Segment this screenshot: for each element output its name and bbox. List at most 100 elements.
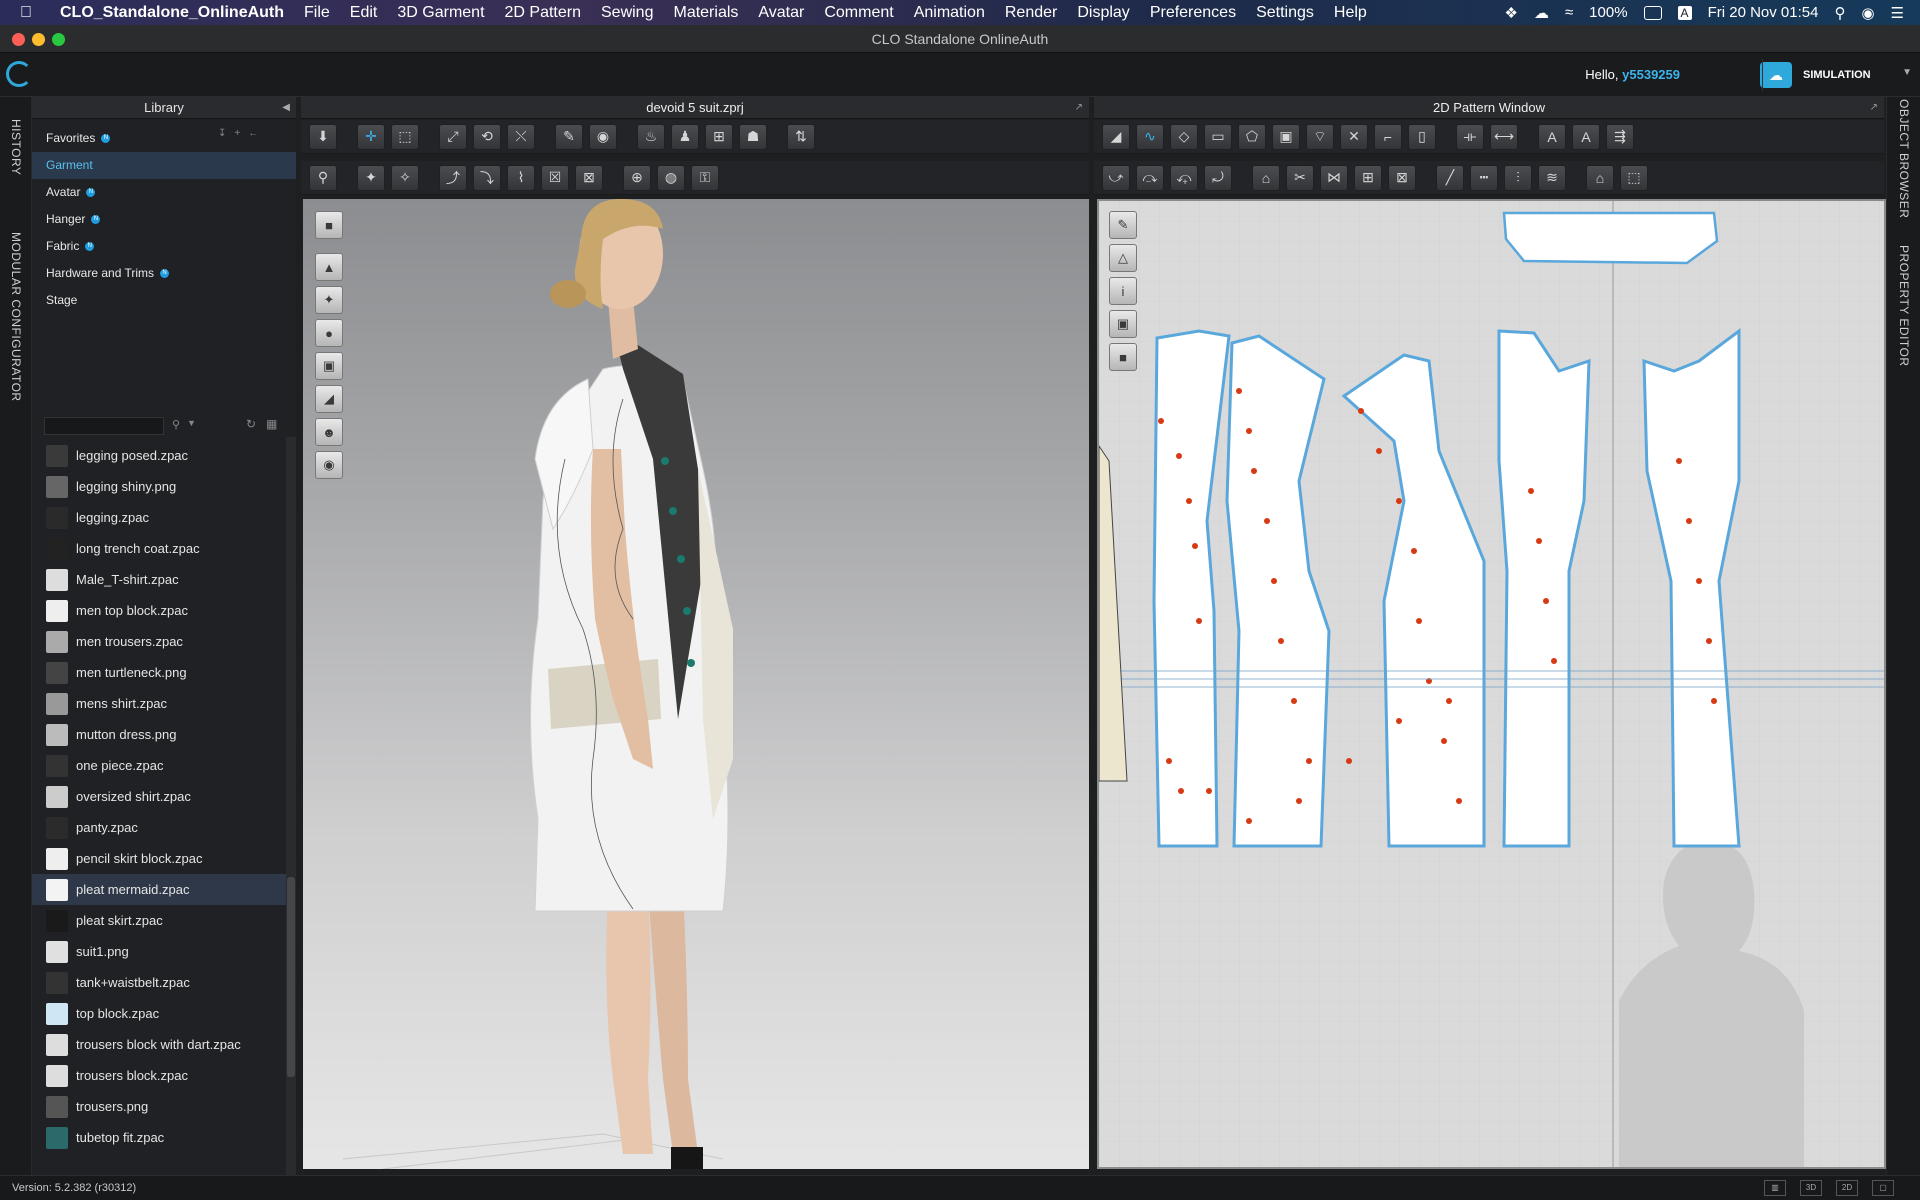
iron-icon[interactable]: ⌂ [1252, 164, 1280, 191]
menu-display[interactable]: Display [1077, 4, 1129, 22]
library-category[interactable]: Stage [32, 287, 296, 314]
edit-sewing-icon[interactable]: ⤬ [507, 123, 535, 150]
3d-viewport[interactable]: ■ ▲ ✦ ● ▣ ◢ ☻ ◉ [303, 199, 1089, 1169]
library-file-item[interactable]: legging posed.zpac [32, 440, 286, 471]
creative-cloud-icon[interactable]: ☁ [1534, 4, 1549, 22]
library-file-item[interactable]: men turtleneck.png [32, 657, 286, 688]
library-file-item[interactable]: men top block.zpac [32, 595, 286, 626]
layout-split-button[interactable]: ▥ [1764, 1180, 1786, 1196]
close-window-button[interactable] [12, 33, 25, 46]
measure-icon[interactable]: ⊞ [705, 123, 733, 150]
transform-icon[interactable]: ⤢ [439, 123, 467, 150]
menu-file[interactable]: File [304, 4, 330, 22]
download-icon[interactable]: ↧ [218, 128, 226, 139]
library-file-item[interactable]: Male_T-shirt.zpac [32, 564, 286, 595]
library-file-item[interactable]: panty.zpac [32, 812, 286, 843]
library-file-item[interactable]: oversized shirt.zpac [32, 781, 286, 812]
menu-help[interactable]: Help [1334, 4, 1367, 22]
notification-center-icon[interactable]: ☰ [1891, 4, 1904, 22]
library-file-item[interactable]: mens shirt.zpac [32, 688, 286, 719]
app-menu[interactable]: CLO_Standalone_OnlineAuth [60, 4, 284, 22]
maximize-2d-icon[interactable]: ↗ [1870, 97, 1878, 119]
wifi-icon[interactable]: ≈ [1565, 4, 1573, 21]
back-icon[interactable]: ← [248, 128, 258, 139]
library-file-item[interactable]: tubetop fit.zpac [32, 1122, 286, 1153]
menu-render[interactable]: Render [1005, 4, 1057, 22]
library-search-input[interactable] [44, 417, 164, 435]
polygon-icon[interactable]: ⬠ [1238, 123, 1266, 150]
transform-pattern-icon[interactable]: ◇ [1170, 123, 1198, 150]
edit-curve-icon[interactable]: ∿ [1136, 123, 1164, 150]
annotate-icon[interactable]: A [1572, 123, 1600, 150]
property-editor-tab[interactable]: PROPERTY EDITOR [1897, 245, 1911, 367]
battery-icon[interactable] [1643, 5, 1662, 20]
library-scrollbar[interactable] [286, 437, 296, 1175]
collapse-icon[interactable]: ◀ [282, 97, 290, 119]
tack-icon[interactable]: ◉ [589, 123, 617, 150]
bounding-icon[interactable]: ⬚ [1620, 164, 1648, 191]
grid-icon[interactable]: ⊠ [575, 164, 603, 191]
internal-rect-icon[interactable]: ▣ [1272, 123, 1300, 150]
puckering-icon[interactable]: ⌂ [1586, 164, 1614, 191]
texture-2d-icon[interactable]: ▣ [1109, 310, 1137, 338]
library-file-item[interactable]: pleat mermaid.zpac [32, 874, 286, 905]
edit-pins-icon[interactable]: ✦ [357, 164, 385, 191]
avatar-measure-icon[interactable]: ☗ [739, 123, 767, 150]
modular-configurator-tab[interactable]: MODULAR CONFIGURATOR [9, 232, 23, 402]
library-file-item[interactable]: long trench coat.zpac [32, 533, 286, 564]
free-sewing-icon[interactable]: ⤼ [1136, 164, 1164, 191]
library-category[interactable]: Garment [32, 152, 296, 179]
refresh-icon[interactable]: ↻ [246, 417, 256, 431]
line-icon[interactable]: ╱ [1436, 164, 1464, 191]
library-category[interactable]: Hardware and Trims N [32, 260, 296, 287]
library-file-item[interactable]: mutton dress.png [32, 719, 286, 750]
library-file-item[interactable]: legging shiny.png [32, 471, 286, 502]
library-file-item[interactable]: tank+waistbelt.zpac [32, 967, 286, 998]
check-sewing-icon[interactable]: ⤾ [1204, 164, 1232, 191]
ruler-2d-icon[interactable]: ⟛ [1456, 123, 1484, 150]
menu-materials[interactable]: Materials [673, 4, 738, 22]
minimize-window-button[interactable] [32, 33, 45, 46]
select-move-icon[interactable]: ✛ [357, 123, 385, 150]
sewing-segment-icon[interactable]: ⤻ [1102, 164, 1130, 191]
spotlight-search-icon[interactable]: ⚲ [1834, 4, 1845, 22]
zipper-icon[interactable]: ⚿ [691, 164, 719, 191]
menu-sewing[interactable]: Sewing [601, 4, 653, 22]
library-file-item[interactable]: trousers block with dart.zpac [32, 1029, 286, 1060]
edit-pattern-icon[interactable]: ◢ [1102, 123, 1130, 150]
text-icon[interactable]: A [1538, 123, 1566, 150]
menu-comment[interactable]: Comment [824, 4, 893, 22]
menu-2d-pattern[interactable]: 2D Pattern [505, 4, 581, 22]
menu-preferences[interactable]: Preferences [1150, 4, 1236, 22]
trace-icon[interactable]: ✕ [1340, 123, 1368, 150]
dropdown-arrow-icon[interactable]: ▼ [1902, 67, 1912, 78]
library-file-item[interactable]: men trousers.zpac [32, 626, 286, 657]
library-file-item[interactable]: pencil skirt block.zpac [32, 843, 286, 874]
notch-icon[interactable]: ⌐ [1374, 123, 1402, 150]
menu-avatar[interactable]: Avatar [758, 4, 804, 22]
garment-fit-icon[interactable]: ♟ [671, 123, 699, 150]
view-3d-button[interactable]: 3D [1800, 1180, 1822, 1196]
menu-animation[interactable]: Animation [914, 4, 985, 22]
flatten-icon[interactable]: ⌇ [507, 164, 535, 191]
library-file-item[interactable]: legging.zpac [32, 502, 286, 533]
fold-icon[interactable]: ▯ [1408, 123, 1436, 150]
fullscreen-button[interactable]: ▢ [1872, 1180, 1894, 1196]
library-file-item[interactable]: trousers.png [32, 1091, 286, 1122]
dropbox-icon[interactable]: ❖ [1504, 4, 1517, 22]
menu-3d-garment[interactable]: 3D Garment [397, 4, 484, 22]
apple-icon[interactable]:  [20, 4, 42, 22]
dart-icon[interactable]: ⌔ [1306, 123, 1334, 150]
pattern-outline-icon[interactable]: ✎ [1109, 211, 1137, 239]
segment-icon[interactable]: ⇶ [1606, 123, 1634, 150]
pin-icon[interactable]: ✎ [555, 123, 583, 150]
history-tab[interactable]: HISTORY [9, 119, 23, 175]
menu-edit[interactable]: Edit [350, 4, 378, 22]
steam-icon[interactable]: ♨ [637, 123, 665, 150]
library-file-item[interactable]: top block.zpac [32, 998, 286, 1029]
siri-icon[interactable]: ◉ [1861, 4, 1874, 22]
fold-arrangement-icon[interactable]: ⟲ [473, 123, 501, 150]
username-link[interactable]: y5539259 [1622, 67, 1680, 82]
2d-pattern-viewport[interactable]: ✎ △ i ▣ ■ [1097, 199, 1886, 1169]
fold-2d-icon[interactable]: ⋈ [1320, 164, 1348, 191]
